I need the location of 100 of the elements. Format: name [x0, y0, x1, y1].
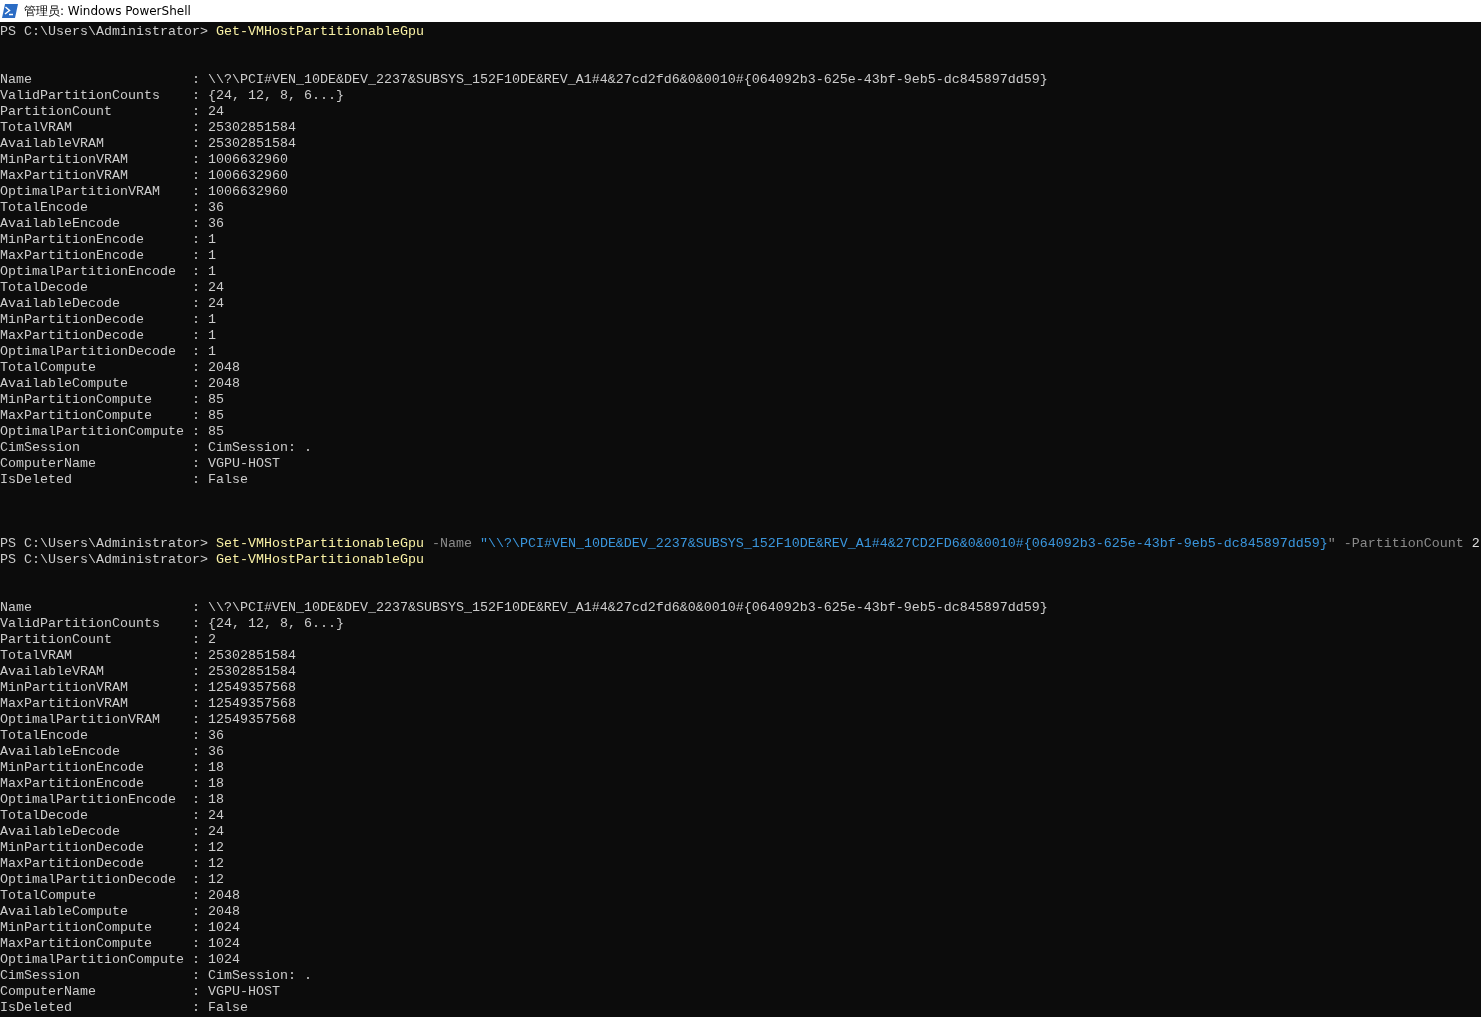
property-name: MinPartitionEncode [0, 232, 145, 248]
property-name: MaxPartitionDecode [0, 856, 145, 872]
property-name: TotalCompute [0, 360, 97, 376]
property-value: : {24, 12, 8, 6...} [191, 616, 344, 632]
property-name: OptimalPartitionDecode [0, 344, 177, 360]
property-name: MaxPartitionCompute [0, 408, 153, 424]
property-value: : 85 [191, 424, 224, 440]
property-name: OptimalPartitionEncode [0, 264, 177, 280]
property-name: ComputerName [0, 456, 97, 472]
command-cmdlet: Get-VMHostPartitionableGpu [215, 24, 424, 40]
property-value: : \\?\PCI#VEN_10DE&DEV_2237&SUBSYS_152F10DE&REV_A1#4&27cd2fd6&0&0010#{064092b3-625e-43bf-9eb5-dc845897dd59} [191, 600, 1048, 616]
property-name: AvailableEncode [0, 744, 121, 760]
property-value: : 2048 [191, 888, 240, 904]
command-param: " -PartitionCount [1327, 536, 1464, 552]
property-value: : 1 [191, 328, 216, 344]
prompt: PS C:\Users\Administrator> [0, 24, 209, 40]
command-string: "\\?\PCI#VEN_10DE&DEV_2237&SUBSYS_152F10DE&REV_A1#4&27CD2FD6&0&0010#{064092b3-625e-43bf-9eb5-dc845897dd59} [478, 536, 1328, 552]
property-value: : False [191, 1000, 248, 1016]
property-name: MaxPartitionCompute [0, 936, 153, 952]
property-value: : 24 [191, 824, 224, 840]
property-name: AvailableVRAM [0, 136, 105, 152]
property-name: MinPartitionDecode [0, 312, 145, 328]
property-name: MinPartitionEncode [0, 760, 145, 776]
property-name: PartitionCount [0, 632, 113, 648]
property-value: : 24 [191, 808, 224, 824]
property-value: : 1 [191, 264, 216, 280]
property-name: OptimalPartitionCompute [0, 952, 185, 968]
property-name: AvailableDecode [0, 824, 121, 840]
property-name: AvailableVRAM [0, 664, 105, 680]
property-name: OptimalPartitionVRAM [0, 184, 161, 200]
command-number: 2 [1470, 536, 1480, 552]
property-value: : 36 [191, 728, 224, 744]
property-name: Name [0, 72, 33, 88]
property-value: : CimSession: . [191, 968, 312, 984]
property-value: : 85 [191, 392, 224, 408]
property-name: TotalVRAM [0, 120, 73, 136]
property-value: : 1 [191, 248, 216, 264]
property-value: : 12 [191, 872, 224, 888]
property-name: TotalVRAM [0, 648, 73, 664]
property-value: : 24 [191, 104, 224, 120]
property-name: AvailableCompute [0, 376, 129, 392]
property-value: : 25302851584 [191, 664, 296, 680]
property-value: : 1 [191, 312, 216, 328]
property-name: MaxPartitionDecode [0, 328, 145, 344]
property-name: MaxPartitionVRAM [0, 168, 129, 184]
property-name: AvailableDecode [0, 296, 121, 312]
property-value: : 1 [191, 344, 216, 360]
property-value: : 1 [191, 232, 216, 248]
property-value: : 36 [191, 200, 224, 216]
property-name: OptimalPartitionVRAM [0, 712, 161, 728]
property-name: PartitionCount [0, 104, 113, 120]
property-value: : 12549357568 [191, 712, 296, 728]
property-name: MinPartitionDecode [0, 840, 145, 856]
property-value: : VGPU-HOST [191, 456, 280, 472]
property-value: : 2048 [191, 376, 240, 392]
property-value: : 18 [191, 760, 224, 776]
property-name: MaxPartitionEncode [0, 776, 145, 792]
property-value: : 2048 [191, 360, 240, 376]
property-value: : 1024 [191, 920, 240, 936]
prompt: PS C:\Users\Administrator> [0, 552, 209, 568]
property-value: : 25302851584 [191, 120, 296, 136]
property-name: TotalEncode [0, 728, 89, 744]
property-value: : 36 [191, 216, 224, 232]
property-name: CimSession [0, 968, 81, 984]
property-value: : False [191, 472, 248, 488]
property-name: TotalCompute [0, 888, 97, 904]
property-value: : 18 [191, 792, 224, 808]
property-value: : 24 [191, 280, 224, 296]
property-value: : 12 [191, 856, 224, 872]
property-name: AvailableCompute [0, 904, 129, 920]
property-name: Name [0, 600, 33, 616]
property-name: IsDeleted [0, 1000, 73, 1016]
property-name: TotalEncode [0, 200, 89, 216]
property-value: : 2 [191, 632, 216, 648]
property-name: OptimalPartitionEncode [0, 792, 177, 808]
property-value: : 36 [191, 744, 224, 760]
property-name: MinPartitionCompute [0, 392, 153, 408]
property-value: : 24 [191, 296, 224, 312]
property-value: : 85 [191, 408, 224, 424]
property-name: TotalDecode [0, 808, 89, 824]
property-value: : \\?\PCI#VEN_10DE&DEV_2237&SUBSYS_152F10DE&REV_A1#4&27cd2fd6&0&0010#{064092b3-625e-43bf-9eb5-dc845897dd59} [191, 72, 1048, 88]
property-value: : 1024 [191, 936, 240, 952]
property-name: AvailableEncode [0, 216, 121, 232]
property-name: OptimalPartitionDecode [0, 872, 177, 888]
property-name: MinPartitionCompute [0, 920, 153, 936]
property-name: CimSession [0, 440, 81, 456]
property-value: : 12 [191, 840, 224, 856]
command-cmdlet: Set-VMHostPartitionableGpu [215, 536, 424, 552]
property-name: MinPartitionVRAM [0, 680, 129, 696]
property-name: ValidPartitionCounts [0, 616, 161, 632]
prompt: PS C:\Users\Administrator> [0, 536, 209, 552]
property-value: : 18 [191, 776, 224, 792]
property-value: : 1024 [191, 952, 240, 968]
property-value: : VGPU-HOST [191, 984, 280, 1000]
property-value: : 1006632960 [191, 168, 288, 184]
property-value: : 1006632960 [191, 184, 288, 200]
property-name: IsDeleted [0, 472, 73, 488]
property-name: MinPartitionVRAM [0, 152, 129, 168]
property-name: ValidPartitionCounts [0, 88, 161, 104]
property-name: MaxPartitionEncode [0, 248, 145, 264]
